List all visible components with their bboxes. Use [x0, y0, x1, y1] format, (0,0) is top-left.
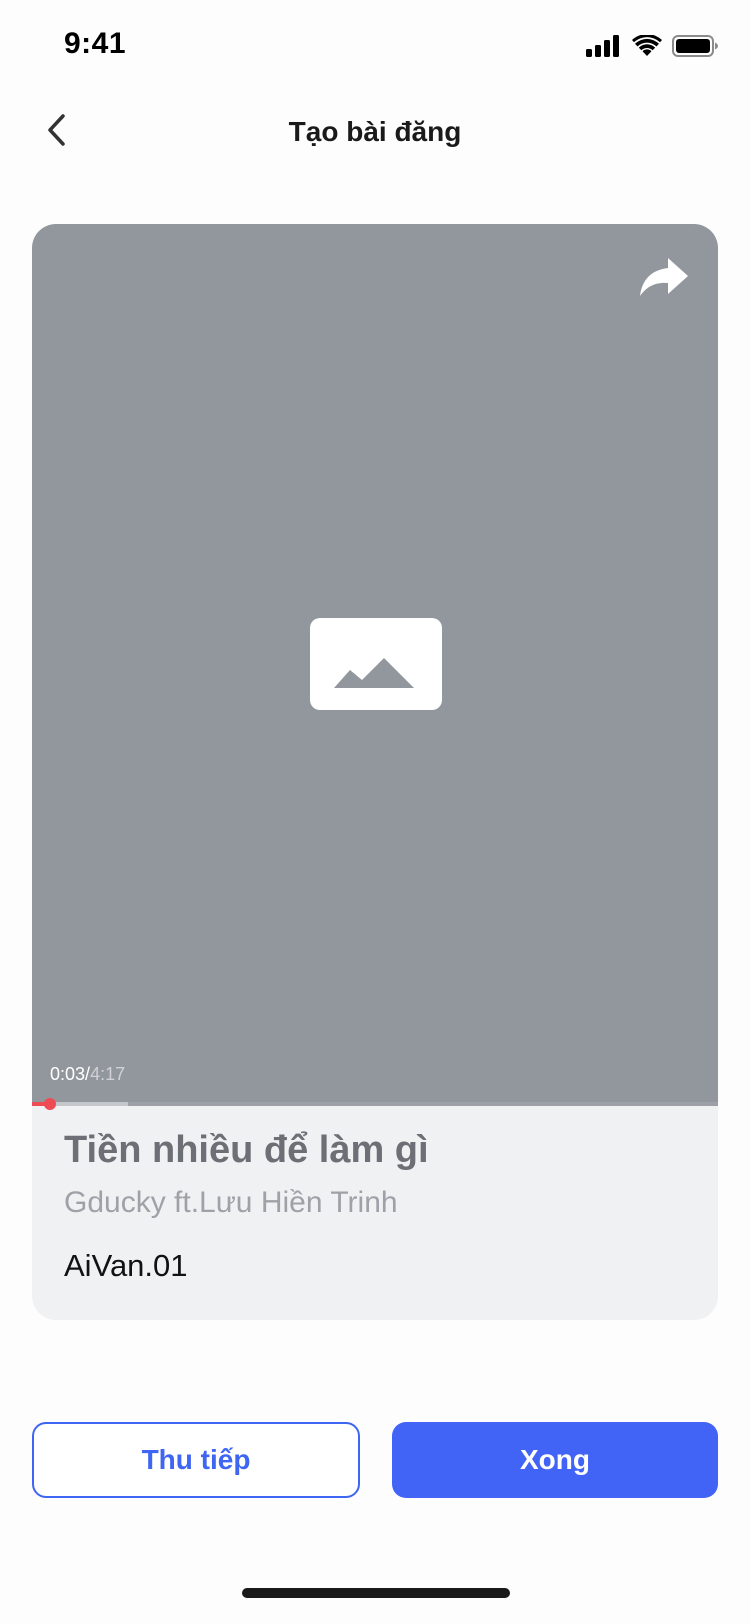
song-title: Tiền nhiều để làm gì — [64, 1129, 429, 1171]
signal-icon — [586, 35, 619, 57]
status-bar: 9:41 — [0, 0, 750, 90]
done-button[interactable]: Xong — [392, 1422, 718, 1498]
continue-recording-button[interactable]: Thu tiếp — [32, 1422, 360, 1498]
image-placeholder-icon — [334, 658, 414, 688]
share-button[interactable] — [638, 254, 690, 302]
progress-knob[interactable] — [44, 1098, 56, 1110]
video-player[interactable]: 0:03/4:17 — [32, 224, 718, 1110]
playback-time: 0:03/4:17 — [50, 1064, 125, 1085]
song-info: Tiền nhiều để làm gì Gducky ft.Lưu Hiền … — [64, 1129, 694, 1284]
nav-header: Tạo bài đăng — [0, 96, 750, 176]
current-time: 0:03 — [50, 1064, 86, 1084]
wifi-icon — [632, 35, 662, 56]
song-username: AiVan.01 — [64, 1248, 188, 1283]
share-icon — [640, 258, 688, 296]
image-placeholder — [310, 618, 442, 710]
total-time: 4:17 — [90, 1064, 126, 1084]
battery-icon — [672, 35, 718, 57]
page-title: Tạo bài đăng — [288, 116, 462, 147]
status-time: 9:41 — [64, 27, 127, 60]
home-indicator — [242, 1588, 510, 1598]
post-preview-card: 0:03/4:17 Tiền nhiều để làm gì Gducky ft… — [32, 224, 718, 1320]
status-icons — [586, 34, 718, 58]
song-artist: Gducky ft.Lưu Hiền Trinh — [64, 1186, 398, 1219]
progress-bar[interactable] — [32, 1098, 718, 1110]
